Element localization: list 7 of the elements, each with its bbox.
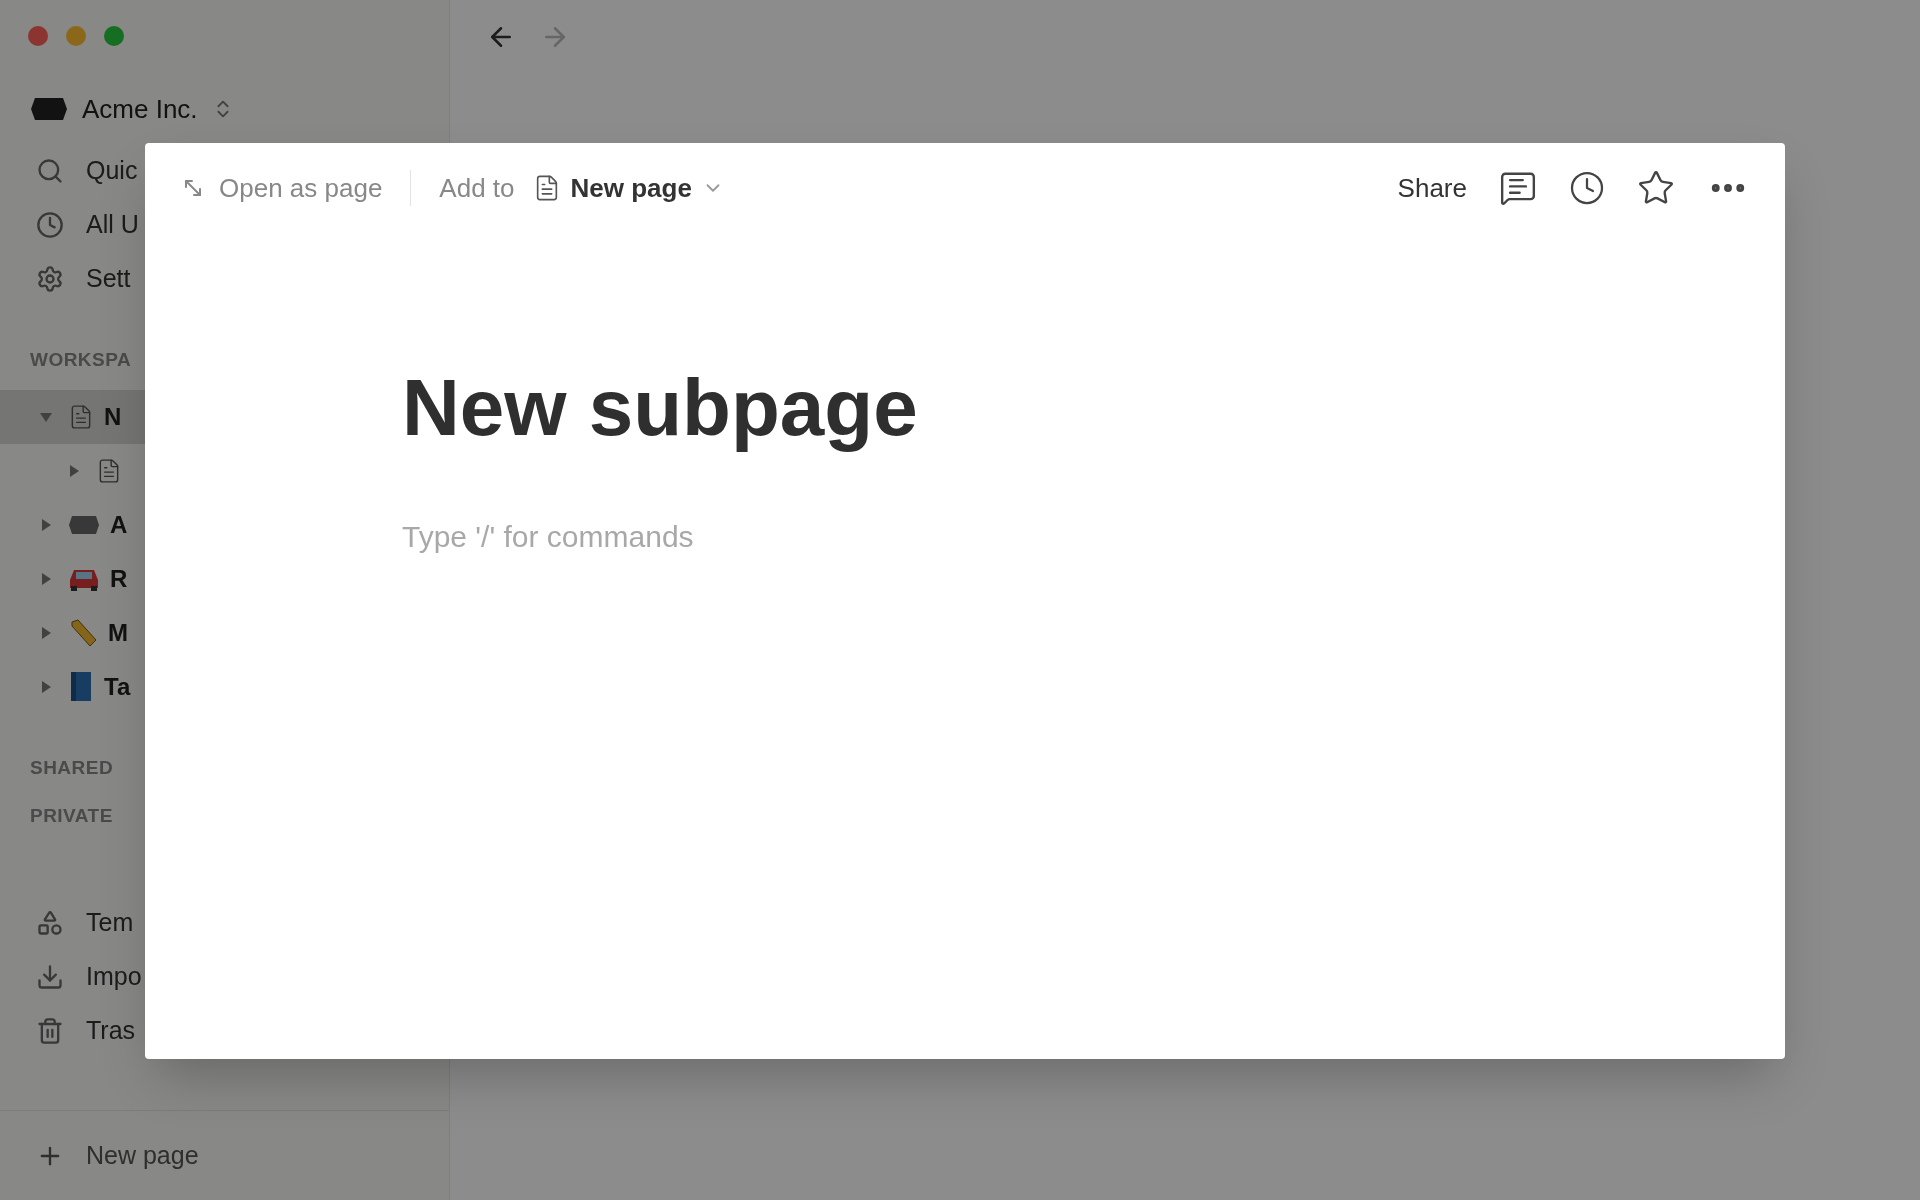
page-title: R xyxy=(110,564,128,594)
page-title: N xyxy=(104,402,122,432)
page-title: Ta xyxy=(104,672,131,702)
page-title: M xyxy=(108,618,128,648)
page-title: A xyxy=(110,510,128,540)
add-to-label: Add to xyxy=(439,171,515,205)
section-heading: WORKSPA xyxy=(29,348,133,372)
